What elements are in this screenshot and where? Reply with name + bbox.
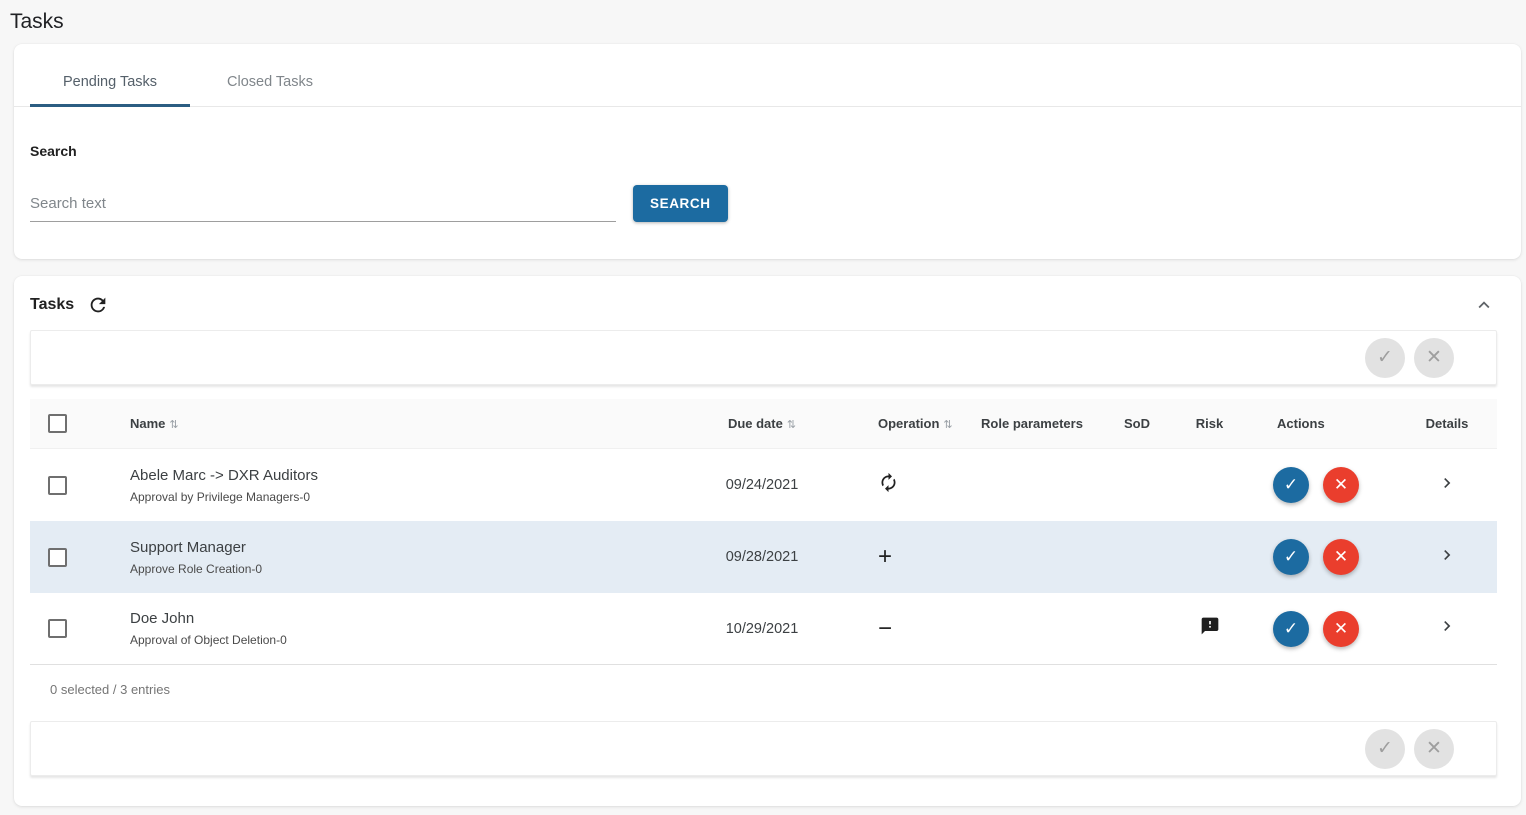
minus-icon: − [878,615,892,642]
tab-closed-tasks[interactable]: Closed Tasks [190,60,350,106]
table-row: Support Manager Approve Role Creation-0 … [30,521,1497,593]
details-cell [1397,616,1497,641]
column-header-actions: Actions [1247,416,1397,431]
operation-cell: − [852,617,962,641]
reject-button[interactable]: ✕ [1323,539,1359,575]
selection-summary: 0 selected / 3 entries [30,665,1497,711]
page-title: Tasks [10,10,1521,34]
approve-button[interactable]: ✓ [1273,611,1309,647]
task-subtitle: Approval of Object Deletion-0 [130,633,672,647]
approve-button[interactable]: ✓ [1273,467,1309,503]
task-subtitle: Approval by Privilege Managers-0 [130,490,672,504]
search-section-label: Search [30,143,1505,159]
column-header-operation[interactable]: Operation⇅ [852,416,962,431]
tasks-panel: Tasks ✓ ✕ Name⇅ Due date⇅ Operation⇅ Rol… [14,276,1521,806]
tasks-panel-title: Tasks [30,296,74,314]
sort-icon: ⇅ [787,419,796,431]
sync-icon [878,472,899,493]
task-subtitle: Approve Role Creation-0 [130,562,672,576]
task-name: Support Manager [130,539,672,556]
table-row: Doe John Approval of Object Deletion-0 1… [30,593,1497,665]
chevron-up-icon[interactable] [1473,294,1495,316]
sort-icon: ⇅ [943,419,952,431]
header-select-all[interactable] [30,414,100,433]
search-button[interactable]: SEARCH [633,185,728,222]
column-header-due-date[interactable]: Due date⇅ [672,416,852,431]
plus-icon: + [878,543,892,570]
bulk-actions-toolbar-bottom: ✓ ✕ [30,721,1497,776]
tab-bar: Pending Tasks Closed Tasks [14,44,1521,107]
actions-cell: ✓ ✕ [1247,467,1397,503]
select-all-checkbox[interactable] [48,414,67,433]
task-due-date: 09/24/2021 [672,477,852,493]
tab-closed-tasks-label: Closed Tasks [227,74,313,90]
task-name: Doe John [130,610,672,627]
search-section: Search SEARCH [14,107,1521,222]
task-name: Abele Marc -> DXR Auditors [130,467,672,484]
search-input[interactable] [30,191,616,222]
chevron-right-icon[interactable] [1437,616,1457,636]
actions-cell: ✓ ✕ [1247,611,1397,647]
chevron-right-icon[interactable] [1437,545,1457,565]
tasks-page: Tasks Pending Tasks Closed Tasks Search … [0,0,1526,806]
bulk-approve-button[interactable]: ✓ [1365,729,1405,769]
column-header-sod: SoD [1102,416,1172,431]
details-cell [1397,473,1497,498]
search-card: Pending Tasks Closed Tasks Search SEARCH [14,44,1521,259]
refresh-icon[interactable] [87,294,109,316]
tab-pending-tasks-label: Pending Tasks [63,74,157,90]
row-checkbox[interactable] [48,476,67,495]
bulk-actions-toolbar-top: ✓ ✕ [30,330,1497,385]
task-due-date: 10/29/2021 [672,621,852,637]
chevron-right-icon[interactable] [1437,473,1457,493]
column-header-details: Details [1397,416,1497,431]
details-cell [1397,545,1497,570]
task-due-date: 09/28/2021 [672,549,852,565]
risk-cell [1172,616,1247,641]
bulk-reject-button[interactable]: ✕ [1414,729,1454,769]
operation-cell [852,472,962,498]
row-checkbox[interactable] [48,619,67,638]
actions-cell: ✓ ✕ [1247,539,1397,575]
tasks-table: Name⇅ Due date⇅ Operation⇅ Role paramete… [30,399,1497,711]
table-row: Abele Marc -> DXR Auditors Approval by P… [30,449,1497,521]
tab-pending-tasks[interactable]: Pending Tasks [30,60,190,106]
sort-icon: ⇅ [169,419,178,431]
column-header-risk: Risk [1172,416,1247,431]
tasks-panel-header: Tasks [14,276,1521,330]
column-header-name[interactable]: Name⇅ [100,416,672,431]
row-checkbox[interactable] [48,548,67,567]
bulk-reject-button[interactable]: ✕ [1414,338,1454,378]
reject-button[interactable]: ✕ [1323,611,1359,647]
table-header-row: Name⇅ Due date⇅ Operation⇅ Role paramete… [30,399,1497,449]
reject-button[interactable]: ✕ [1323,467,1359,503]
approve-button[interactable]: ✓ [1273,539,1309,575]
bulk-approve-button[interactable]: ✓ [1365,338,1405,378]
column-header-role-parameters: Role parameters [962,416,1102,431]
operation-cell: + [852,545,962,569]
risk-warning-icon [1200,616,1220,636]
